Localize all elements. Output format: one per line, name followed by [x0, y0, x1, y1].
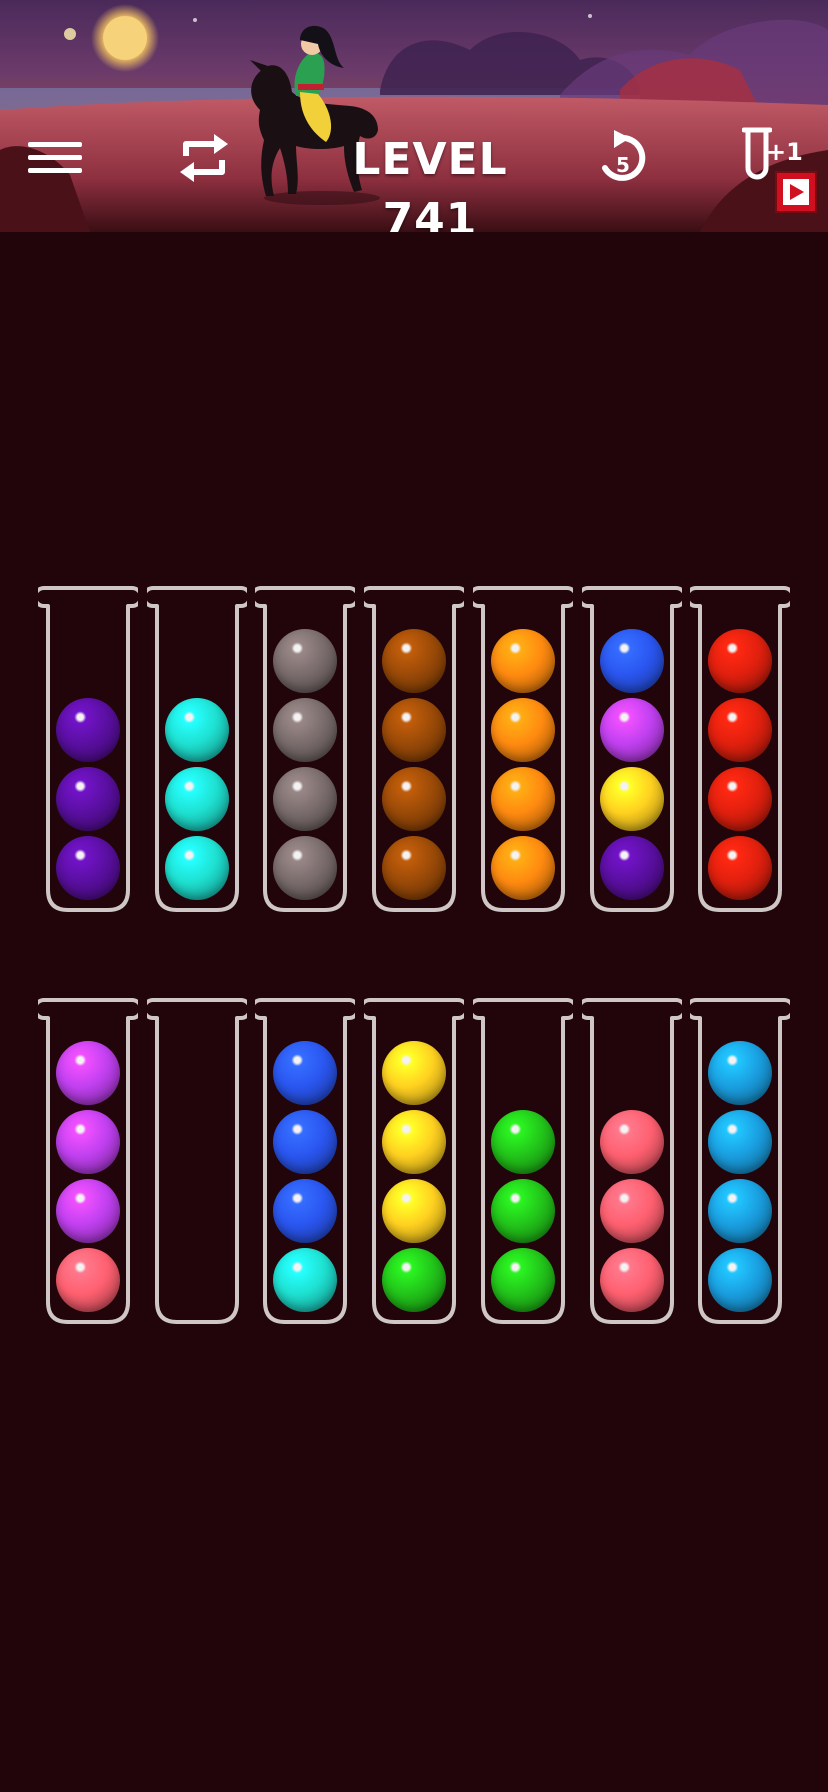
ball-sky — [708, 1248, 772, 1312]
game-board — [0, 0, 828, 1792]
ball-sky — [708, 1110, 772, 1174]
ball-green — [382, 1248, 446, 1312]
ball-orange — [491, 629, 555, 693]
ball-red — [708, 767, 772, 831]
ball-blue — [273, 1041, 337, 1105]
ball-purple — [56, 698, 120, 762]
ball-pink — [600, 1179, 664, 1243]
undo-count: 5 — [616, 153, 630, 177]
ball-teal — [165, 698, 229, 762]
ball-sky — [708, 1179, 772, 1243]
add-tube-bonus-label: +1 — [766, 138, 803, 166]
ball-red — [708, 698, 772, 762]
ball-teal — [165, 767, 229, 831]
hamburger-menu-icon — [28, 142, 82, 173]
ball-orange — [491, 767, 555, 831]
ball-sky — [708, 1041, 772, 1105]
ball-gray — [273, 698, 337, 762]
restart-button[interactable] — [176, 130, 232, 186]
ball-teal — [165, 836, 229, 900]
ball-brown — [382, 698, 446, 762]
ball-red — [708, 836, 772, 900]
ball-pink — [600, 1110, 664, 1174]
tube-r2-c2[interactable] — [147, 996, 247, 1328]
ball-brown — [382, 629, 446, 693]
ball-gray — [273, 629, 337, 693]
sparkle — [64, 28, 76, 40]
ball-orange — [491, 698, 555, 762]
ball-purple — [600, 836, 664, 900]
ball-gray — [273, 836, 337, 900]
ball-teal — [273, 1248, 337, 1312]
ball-gray — [273, 767, 337, 831]
watch-video-button[interactable] — [774, 170, 818, 214]
ball-green — [491, 1248, 555, 1312]
menu-button[interactable] — [26, 138, 84, 178]
ball-blue — [273, 1179, 337, 1243]
ball-brown — [382, 767, 446, 831]
ball-magenta — [56, 1110, 120, 1174]
ball-green — [491, 1179, 555, 1243]
header-banner: LEVEL 741 5 +1 — [0, 0, 828, 232]
ball-magenta — [56, 1041, 120, 1105]
ball-magenta — [600, 698, 664, 762]
ball-magenta — [56, 1179, 120, 1243]
ball-blue — [273, 1110, 337, 1174]
ball-blue — [600, 629, 664, 693]
ball-yellow — [382, 1041, 446, 1105]
ball-pink — [56, 1248, 120, 1312]
sparkle — [588, 14, 592, 18]
ball-red — [708, 629, 772, 693]
ball-orange — [491, 836, 555, 900]
ball-green — [491, 1110, 555, 1174]
ball-yellow — [382, 1110, 446, 1174]
ball-pink — [600, 1248, 664, 1312]
ball-purple — [56, 767, 120, 831]
level-title: LEVEL 741 — [352, 134, 508, 232]
ball-yellow — [600, 767, 664, 831]
sparkle — [193, 18, 197, 22]
ball-yellow — [382, 1179, 446, 1243]
ball-purple — [56, 836, 120, 900]
ball-brown — [382, 836, 446, 900]
